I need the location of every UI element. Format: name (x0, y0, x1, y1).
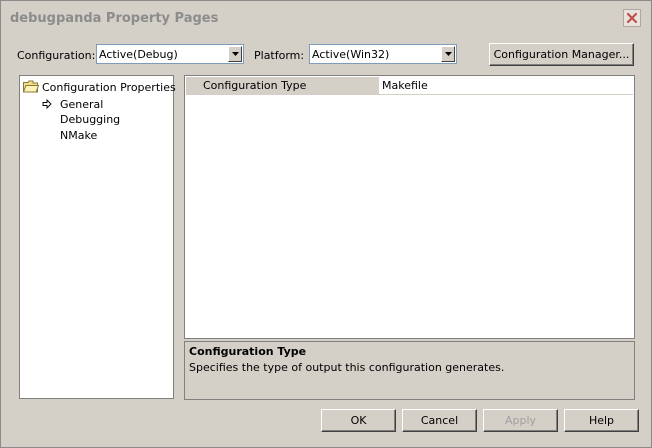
configuration-label: Configuration: (17, 49, 96, 62)
ok-button[interactable]: OK (321, 409, 396, 432)
property-grid: Configuration Type Makefile (184, 75, 635, 339)
apply-button[interactable]: Apply (483, 409, 558, 432)
folder-open-icon (23, 80, 39, 93)
tree-item-nmake[interactable]: NMake (60, 129, 97, 142)
tree-item-label: General (60, 98, 104, 111)
configuration-value: Active(Debug) (99, 48, 178, 61)
dropdown-arrow-icon (232, 52, 239, 56)
tree-item-debugging[interactable]: Debugging (60, 113, 120, 126)
platform-dropdown[interactable]: Active(Win32) (309, 44, 457, 64)
window-title: debugpanda Property Pages (10, 11, 219, 26)
close-icon (626, 12, 638, 24)
property-name: Configuration Type (203, 79, 307, 92)
property-pages-window: debugpanda Property Pages Configuration:… (0, 0, 652, 448)
tree-root-label: Configuration Properties (42, 81, 176, 94)
row-divider (186, 94, 633, 95)
configuration-manager-button[interactable]: Configuration Manager... (489, 43, 634, 66)
property-value[interactable]: Makefile (382, 79, 428, 92)
help-button[interactable]: Help (564, 409, 639, 432)
tree-item-label: NMake (60, 129, 98, 142)
property-row[interactable]: Configuration Type Makefile (186, 77, 633, 95)
property-name-cell[interactable]: Configuration Type (186, 77, 379, 94)
platform-dropdown-button[interactable] (441, 46, 455, 62)
platform-label: Platform: (254, 49, 305, 62)
platform-value: Active(Win32) (312, 48, 390, 61)
description-title: Configuration Type (189, 345, 307, 358)
dropdown-arrow-icon (445, 52, 452, 56)
settings-tree: Configuration Properties General Debuggi… (19, 75, 176, 399)
tree-item-label: Debugging (60, 113, 121, 126)
configuration-dropdown[interactable]: Active(Debug) (96, 44, 244, 64)
configuration-dropdown-button[interactable] (228, 46, 242, 62)
cancel-button[interactable]: Cancel (402, 409, 477, 432)
arrow-right-icon (42, 99, 52, 109)
description-panel: Configuration Type Specifies the type of… (184, 341, 635, 400)
description-text: Specifies the type of output this config… (189, 361, 505, 374)
title-bar: debugpanda Property Pages (1, 1, 651, 35)
close-button[interactable] (623, 9, 641, 27)
